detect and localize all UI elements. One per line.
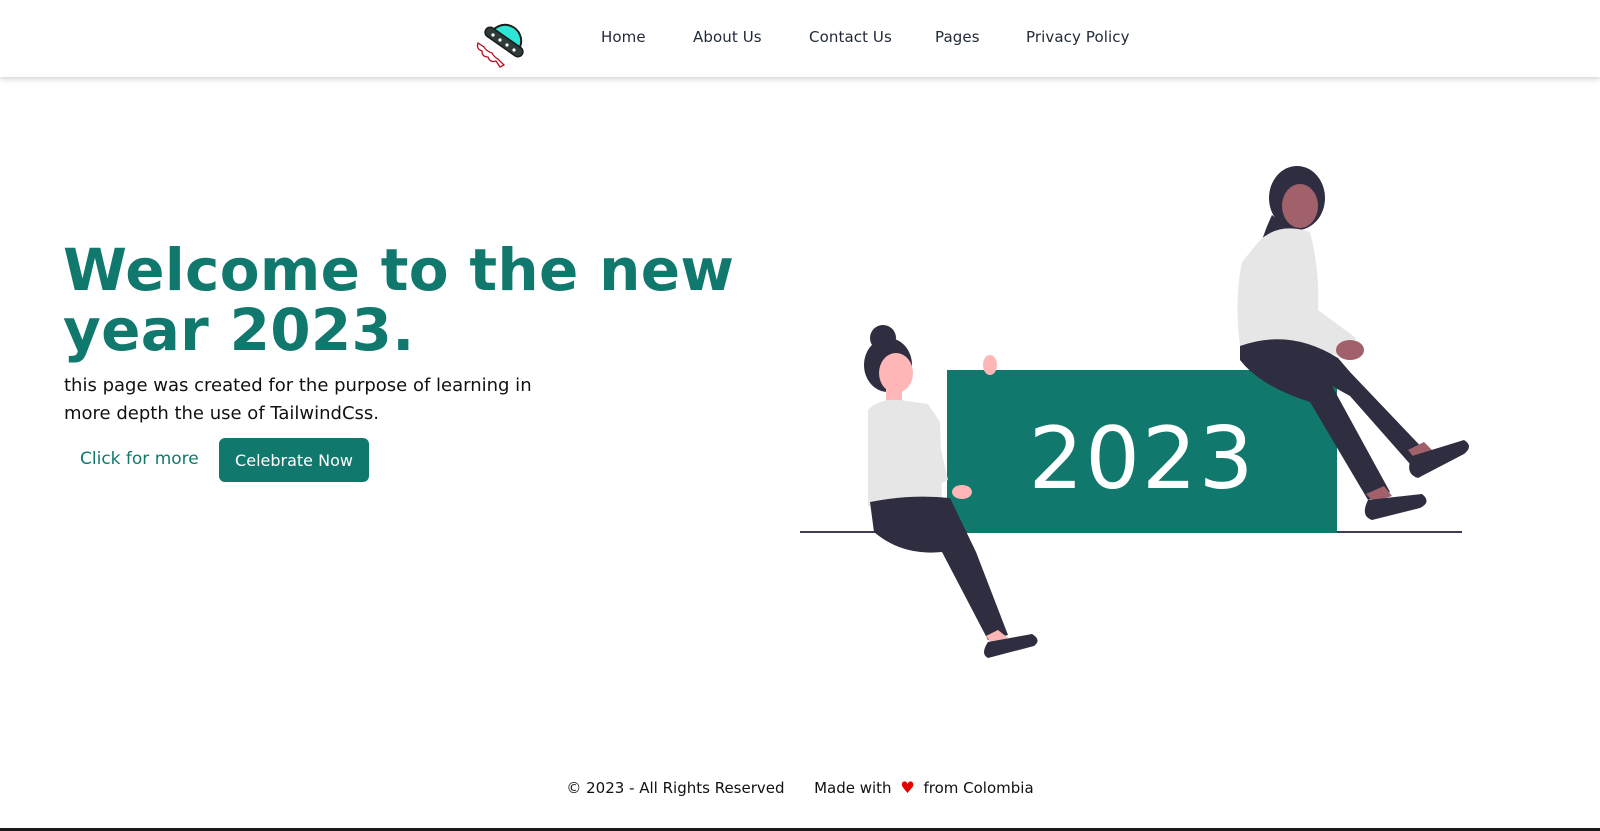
- sign-text: 2023: [1029, 409, 1256, 509]
- nav-link-privacy-policy[interactable]: Privacy Policy: [1026, 28, 1130, 46]
- nav-link-about-us[interactable]: About Us: [693, 28, 762, 46]
- site-header: Home About Us Contact Us Pages Privacy P…: [0, 0, 1600, 77]
- hero-description: this page was created for the purpose of…: [64, 375, 532, 424]
- from-colombia-text: from Colombia: [923, 778, 1034, 797]
- site-footer: © 2023 - All Rights Reserved Made with ♥…: [0, 778, 1600, 797]
- click-for-more-button[interactable]: Click for more: [80, 449, 199, 469]
- made-with-text: Made with: [814, 778, 892, 797]
- hero-title: Welcome to the new year 2023.: [63, 236, 735, 364]
- new-year-illustration: 2023: [800, 166, 1469, 658]
- copyright-text: © 2023 - All Rights Reserved: [566, 778, 785, 797]
- nav-link-pages[interactable]: Pages: [935, 28, 980, 46]
- ufo-icon[interactable]: [474, 13, 530, 69]
- nav-link-home[interactable]: Home: [601, 28, 646, 46]
- nav-link-contact-us[interactable]: Contact Us: [809, 28, 892, 46]
- heart-icon: ♥: [900, 778, 915, 797]
- celebrate-now-button[interactable]: Celebrate Now: [219, 438, 369, 482]
